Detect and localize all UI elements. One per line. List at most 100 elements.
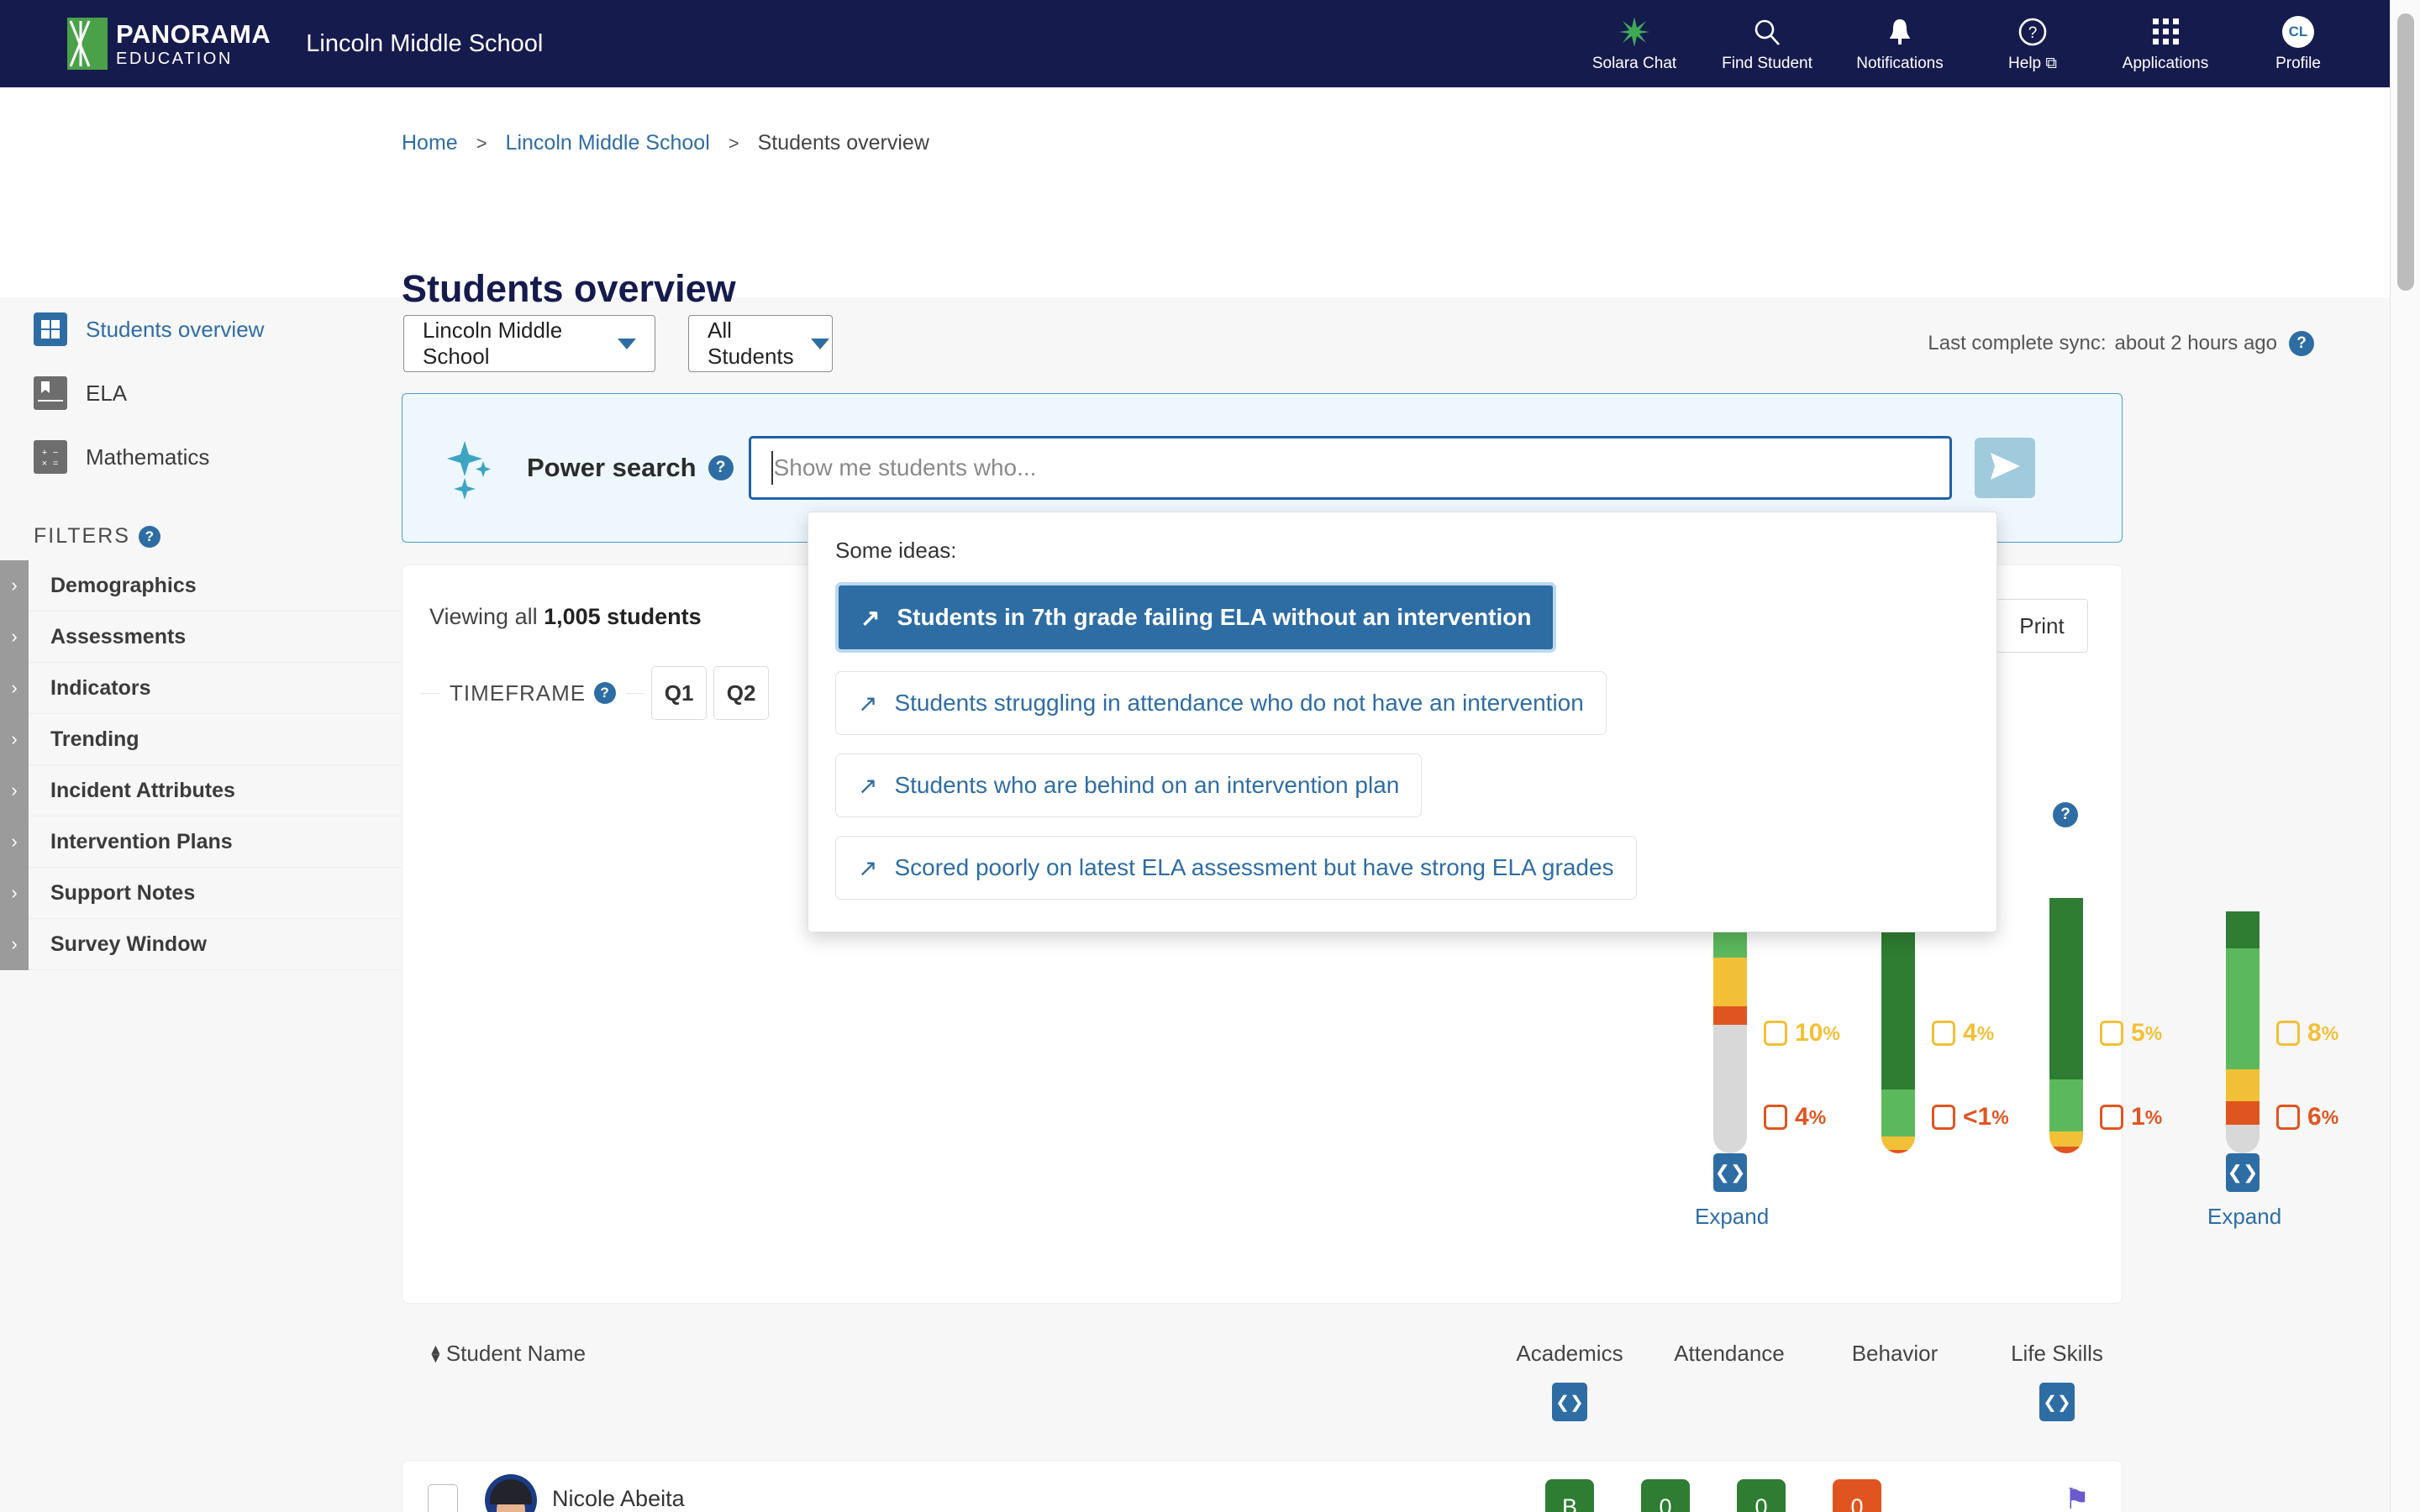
sidebar-filter-intervention-plans[interactable]: › Intervention Plans	[0, 816, 402, 868]
bar-label-attendance-yellow: 4%	[1932, 1019, 1994, 1047]
bar-label-value: 1	[2131, 1103, 2145, 1131]
table-header-student-name[interactable]: ▲▼ Student Name	[429, 1341, 586, 1367]
flag-icon[interactable]: ⚑	[2065, 1483, 2090, 1512]
expand-code-button-academics-column[interactable]: ❮❯	[1552, 1383, 1587, 1421]
filter-label: Assessments	[50, 625, 186, 649]
table-header-attendance[interactable]: Attendance	[1645, 1341, 1813, 1367]
sidebar-item-students-overview[interactable]: Students overview	[0, 297, 402, 361]
timeframe-text: TIMEFRAME	[450, 680, 586, 706]
sidebar-filter-support-notes[interactable]: › Support Notes	[0, 868, 402, 919]
nav-solara-chat[interactable]: Solara Chat	[1568, 0, 1701, 87]
suggestion-option-1[interactable]: ↗ Students in 7th grade failing ELA with…	[835, 582, 1556, 653]
power-search-input[interactable]: Show me students who...	[749, 436, 1952, 500]
student-name[interactable]: Nicole Abeita	[552, 1486, 685, 1512]
table-header-life-skills[interactable]: Life Skills	[1981, 1341, 2133, 1367]
nav-label: Solara Chat	[1592, 55, 1676, 73]
bar-label-academics-orange: 4%	[1764, 1103, 1826, 1131]
sort-arrows-icon: ▲▼	[429, 1346, 443, 1362]
chevron-right-icon: ›	[0, 765, 29, 816]
student-group-select[interactable]: All Students	[688, 315, 833, 372]
sync-value: about 2 hours ago	[2115, 332, 2278, 355]
app-root: PANORAMA EDUCATION Lincoln Middle School…	[0, 0, 2420, 1512]
power-search-help-icon[interactable]: ?	[708, 455, 734, 480]
nav-help[interactable]: ? Help ⧉	[1966, 0, 2099, 87]
suggestion-option-4[interactable]: ↗ Scored poorly on latest ELA assessment…	[835, 836, 1637, 900]
breadcrumb-home[interactable]: Home	[402, 131, 458, 155]
viewing-count: 1,005 students	[544, 604, 702, 629]
scrollbar-thumb[interactable]	[2397, 13, 2414, 291]
suggestion-option-2[interactable]: ↗ Students struggling in attendance who …	[835, 671, 1607, 735]
expand-code-button-life-skills-column[interactable]: ❮❯	[2039, 1383, 2075, 1421]
school-select[interactable]: Lincoln Middle School	[403, 315, 655, 372]
timeframe-help-icon[interactable]: ?	[594, 682, 616, 704]
suggestions-title: Some ideas:	[835, 538, 1970, 564]
nav-notifications[interactable]: Notifications	[1833, 0, 1966, 87]
bar-label-value: 10	[1795, 1019, 1823, 1047]
brand-name: PANORAMA	[116, 21, 271, 47]
search-icon	[1753, 15, 1781, 49]
timeframe-q2-button[interactable]: Q2	[713, 666, 769, 720]
sync-help-icon[interactable]: ?	[2289, 331, 2314, 356]
bar-label-life-skills-orange: 6%	[2276, 1103, 2338, 1131]
chevron-right-icon: ›	[0, 919, 29, 970]
filter-label: Incident Attributes	[50, 779, 235, 803]
bar-segment-yellow	[2226, 1069, 2260, 1101]
sidebar-item-mathematics[interactable]: +−×= Mathematics	[0, 425, 402, 489]
filters-header-label: FILTERS	[34, 524, 130, 549]
bar-label-academics-yellow: 10%	[1764, 1019, 1840, 1047]
brand-logo[interactable]: PANORAMA EDUCATION	[67, 18, 271, 70]
sidebar-filter-survey-window[interactable]: › Survey Window	[0, 919, 402, 970]
cell-attendance: 0	[1641, 1479, 1690, 1512]
expand-code-button-life-skills[interactable]: ❮❯	[2226, 1153, 2260, 1192]
bar-label-value: <1	[1963, 1103, 1991, 1131]
sidebar-filter-demographics[interactable]: › Demographics	[0, 560, 402, 612]
table-header-behavior[interactable]: Behavior	[1823, 1341, 1966, 1367]
expand-code-button-academics[interactable]: ❮❯	[1713, 1153, 1747, 1192]
divider	[626, 693, 644, 694]
bar-stack	[2049, 898, 2083, 1153]
sync-status: Last complete sync: about 2 hours ago ?	[1928, 331, 2314, 356]
sidebar-filter-trending[interactable]: › Trending	[0, 714, 402, 765]
breadcrumb: Home > Lincoln Middle School > Students …	[402, 131, 929, 155]
nav-profile[interactable]: CL Profile	[2232, 0, 2365, 87]
nav-label: Help ⧉	[2008, 55, 2057, 73]
bar-label-value: 5	[2131, 1019, 2145, 1047]
timeframe-q1-button[interactable]: Q1	[651, 666, 707, 720]
table-row[interactable]: Nicole Abeita B 0 0 0 ⚑	[402, 1460, 2123, 1512]
cell-behavior: 0	[1737, 1479, 1786, 1512]
sidebar-item-ela[interactable]: ELA	[0, 361, 402, 425]
sidebar-filter-incident-attributes[interactable]: › Incident Attributes	[0, 765, 402, 816]
suggestion-option-3[interactable]: ↗ Students who are behind on an interven…	[835, 753, 1422, 817]
bar-segment-gray	[2226, 1125, 2260, 1153]
print-button[interactable]: Print	[1996, 599, 2088, 653]
svg-text:?: ?	[2028, 24, 2038, 42]
sidebar-filter-indicators[interactable]: › Indicators	[0, 663, 402, 714]
power-search-send-button[interactable]	[1975, 438, 2035, 498]
expand-label-life-skills[interactable]: Expand	[2207, 1204, 2278, 1230]
nav-find-student[interactable]: Find Student	[1701, 0, 1833, 87]
avatar-hair	[490, 1479, 532, 1504]
filter-label: Support Notes	[50, 881, 195, 906]
power-search-placeholder: Show me students who...	[774, 454, 1037, 481]
row-checkbox[interactable]	[428, 1484, 458, 1512]
sidebar-filter-assessments[interactable]: › Assessments	[0, 612, 402, 663]
legend-swatch	[1932, 1105, 1955, 1130]
brand-subtitle: EDUCATION	[116, 50, 271, 67]
breadcrumb-school[interactable]: Lincoln Middle School	[506, 131, 710, 155]
top-nav-items: Solara Chat Find Student Notifications ?…	[1568, 0, 2365, 87]
table-header-label: Student Name	[446, 1341, 586, 1367]
help-circle-icon: ?	[2018, 15, 2048, 49]
bar-segment-gray	[1713, 1025, 1747, 1153]
avatar-initials: CL	[2282, 16, 2314, 48]
nav-applications[interactable]: Applications	[2099, 0, 2232, 87]
timeframe-label: TIMEFRAME ?	[450, 680, 616, 706]
legend-swatch	[2276, 1021, 2300, 1046]
legend-swatch	[2100, 1021, 2123, 1046]
suggestion-label: Students struggling in attendance who do…	[894, 690, 1583, 717]
filters-help-icon[interactable]: ?	[139, 526, 160, 548]
sparkles-icon	[446, 436, 510, 500]
table-header-academics[interactable]: Academics	[1494, 1341, 1645, 1367]
expand-label-academics[interactable]: Expand	[1695, 1204, 1765, 1230]
vertical-scrollbar[interactable]	[2390, 0, 2420, 1512]
card-help-icon[interactable]: ?	[2053, 802, 2078, 827]
